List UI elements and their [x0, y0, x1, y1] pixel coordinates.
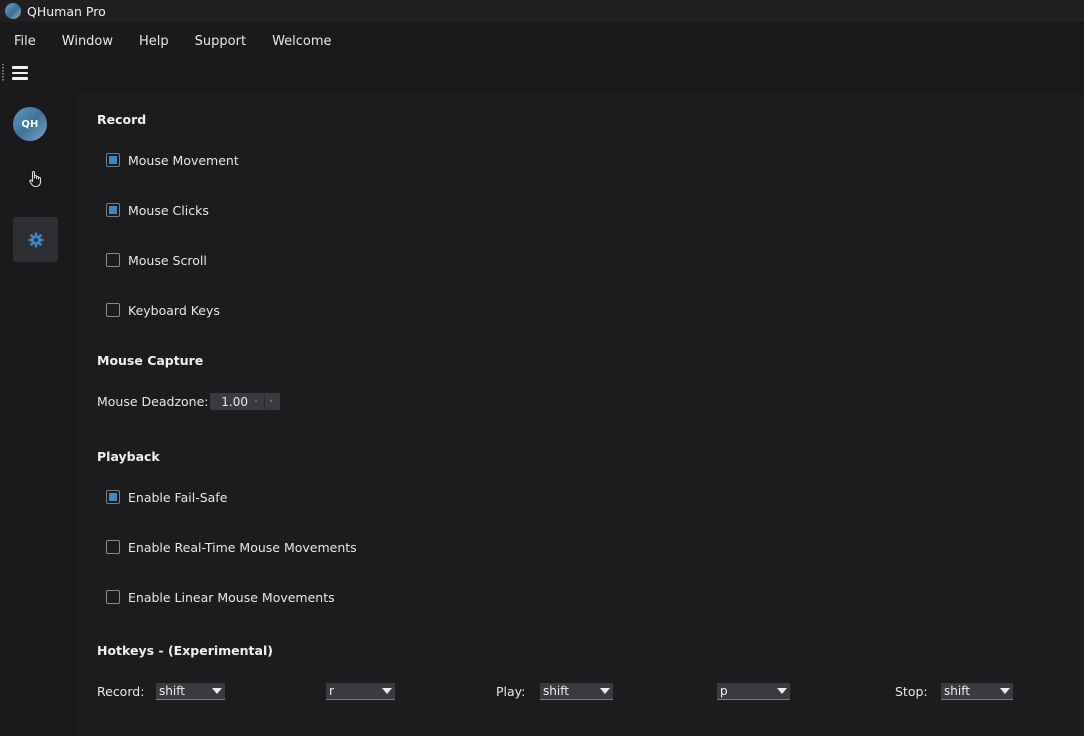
real-time-movements-label: Enable Real-Time Mouse Movements — [128, 539, 357, 555]
record-key-value: r — [329, 684, 334, 698]
stop-modifier-value: shift — [944, 684, 970, 698]
chevron-down-icon — [212, 688, 222, 694]
keyboard-keys-option[interactable]: Keyboard Keys — [106, 301, 220, 319]
mouse-capture-section-title: Mouse Capture — [97, 353, 204, 368]
play-modifier-value: shift — [543, 684, 569, 698]
settings-tab[interactable] — [13, 217, 58, 262]
keyboard-keys-label: Keyboard Keys — [128, 302, 220, 318]
title-bar: QHuman Pro — [0, 0, 1084, 22]
menu-file[interactable]: File — [0, 28, 49, 56]
hotkeys-section-title: Hotkeys - (Experimental) — [97, 643, 273, 658]
window-title: QHuman Pro — [27, 3, 106, 19]
real-time-movements-checkbox[interactable] — [106, 540, 120, 554]
fail-safe-checkbox[interactable] — [106, 490, 120, 504]
mouse-deadzone-value[interactable]: 1.00 — [210, 395, 248, 409]
mouse-movement-option[interactable]: Mouse Movement — [106, 151, 239, 169]
play-key-select[interactable]: p — [717, 683, 790, 700]
menu-welcome[interactable]: Welcome — [259, 28, 344, 56]
mouse-scroll-label: Mouse Scroll — [128, 252, 207, 268]
hamburger-menu-icon[interactable] — [12, 66, 28, 80]
app-logo-icon — [5, 3, 21, 19]
settings-panel — [75, 92, 1084, 736]
toolbar-grip[interactable] — [2, 64, 4, 82]
spin-down-icon[interactable]: · — [264, 394, 277, 409]
menu-bar: File Window Help Support Welcome — [0, 28, 345, 56]
menu-help[interactable]: Help — [126, 28, 182, 56]
chevron-down-icon — [382, 688, 392, 694]
playback-section-title: Playback — [97, 449, 160, 464]
mouse-movement-checkbox[interactable] — [106, 153, 120, 167]
play-modifier-select[interactable]: shift — [540, 683, 613, 700]
mouse-clicks-option[interactable]: Mouse Clicks — [106, 201, 209, 219]
mouse-clicks-label: Mouse Clicks — [128, 202, 209, 218]
chevron-down-icon — [777, 688, 787, 694]
mouse-deadzone-label: Mouse Deadzone: — [97, 394, 209, 409]
stop-hotkey-label: Stop: — [895, 684, 928, 699]
gear-icon — [28, 232, 43, 247]
menu-support[interactable]: Support — [182, 28, 259, 56]
real-time-movements-option[interactable]: Enable Real-Time Mouse Movements — [106, 538, 357, 556]
play-key-value: p — [720, 684, 728, 698]
chevron-down-icon — [1000, 688, 1010, 694]
linear-movements-option[interactable]: Enable Linear Mouse Movements — [106, 588, 335, 606]
mouse-clicks-checkbox[interactable] — [106, 203, 120, 217]
avatar[interactable]: QH — [13, 107, 47, 141]
mouse-movement-label: Mouse Movement — [128, 152, 239, 168]
record-modifier-value: shift — [159, 684, 185, 698]
mouse-scroll-checkbox[interactable] — [106, 253, 120, 267]
chevron-down-icon — [600, 688, 610, 694]
play-hotkey-label: Play: — [496, 684, 526, 699]
fail-safe-label: Enable Fail-Safe — [128, 489, 228, 505]
record-hotkey-label: Record: — [97, 684, 145, 699]
record-key-select[interactable]: r — [326, 683, 395, 700]
spin-up-icon[interactable]: · — [250, 394, 262, 409]
sidebar — [0, 92, 70, 736]
linear-movements-checkbox[interactable] — [106, 590, 120, 604]
linear-movements-label: Enable Linear Mouse Movements — [128, 589, 335, 605]
mouse-scroll-option[interactable]: Mouse Scroll — [106, 251, 207, 269]
keyboard-keys-checkbox[interactable] — [106, 303, 120, 317]
mouse-deadzone-spinbox[interactable]: 1.00 · · — [210, 393, 280, 410]
record-modifier-select[interactable]: shift — [156, 683, 225, 700]
hand-pointer-icon[interactable] — [27, 170, 43, 188]
record-section-title: Record — [97, 112, 147, 127]
stop-modifier-select[interactable]: shift — [941, 683, 1013, 700]
menu-window[interactable]: Window — [49, 28, 126, 56]
fail-safe-option[interactable]: Enable Fail-Safe — [106, 488, 227, 506]
